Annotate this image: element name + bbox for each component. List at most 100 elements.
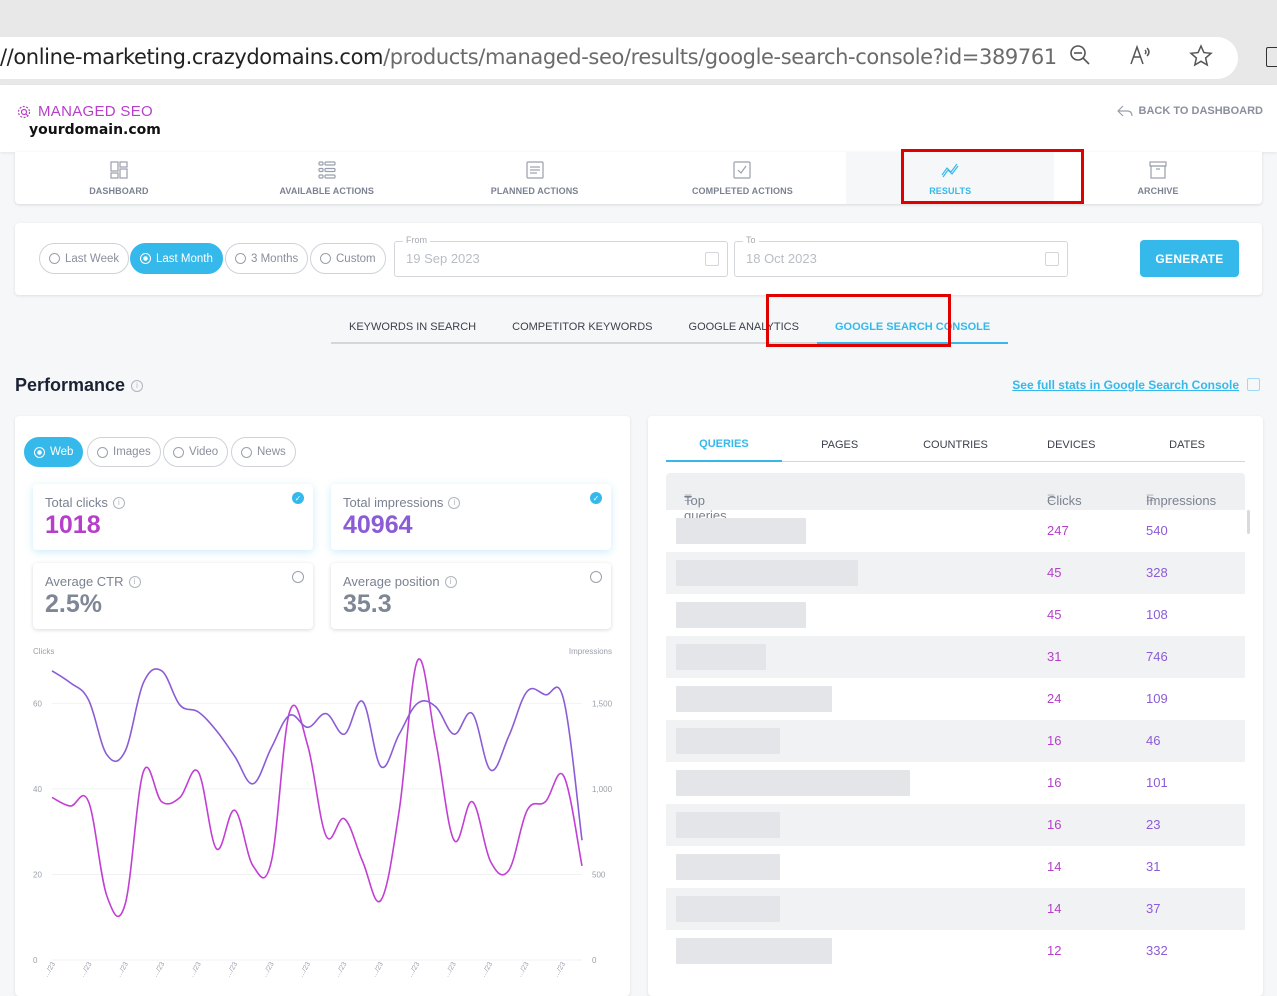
table-row[interactable]: 24 109 <box>666 678 1245 720</box>
metric-average-ctr[interactable]: Average CTR i 2.5% <box>33 563 313 629</box>
checked-icon[interactable]: ✓ <box>292 492 304 504</box>
from-date-field[interactable]: From 19 Sep 2023 <box>394 235 728 277</box>
unchecked-icon[interactable] <box>292 571 304 583</box>
sidebar-toggle-icon[interactable] <box>1266 47 1277 67</box>
archive-icon <box>1149 161 1167 179</box>
metric-average-position[interactable]: Average position i 35.3 <box>331 563 611 629</box>
tab-devices[interactable]: DEVICES <box>1013 428 1129 461</box>
radio-icon <box>241 446 252 458</box>
external-link-icon[interactable] <box>1247 378 1260 391</box>
range-custom[interactable]: Custom <box>310 243 386 274</box>
generate-button[interactable]: GENERATE <box>1140 240 1239 277</box>
clicks-cell: 247 <box>1047 523 1069 538</box>
impressions-cell: 101 <box>1146 775 1168 790</box>
x-tick-label: …/23 <box>188 961 202 979</box>
right-tick-label: 1,000 <box>592 785 613 794</box>
checkbox-icon <box>733 161 751 179</box>
clicks-cell: 16 <box>1047 817 1062 832</box>
x-tick-label: …/23 <box>407 961 421 979</box>
x-tick-label: …/23 <box>261 961 275 979</box>
left-axis-label: Clicks <box>33 647 54 656</box>
full-stats-link[interactable]: See full stats in Google Search Console <box>1012 378 1239 392</box>
range-last-week[interactable]: Last Week <box>39 243 130 274</box>
metric-total-clicks[interactable]: Total clicks i 1018 ✓ <box>33 484 313 550</box>
tab-queries[interactable]: QUERIES <box>666 428 782 462</box>
query-text-blurred <box>676 854 780 880</box>
nav-dashboard[interactable]: DASHBOARD <box>15 152 223 204</box>
x-tick-label: …/23 <box>298 961 312 979</box>
table-scrollbar[interactable] <box>1247 510 1250 534</box>
metric-total-impressions[interactable]: Total impressions i 40964 ✓ <box>331 484 611 550</box>
calendar-icon[interactable] <box>705 252 719 266</box>
back-to-dashboard-link[interactable]: BACK TO DASHBOARD <box>1116 105 1263 117</box>
tab-dates[interactable]: DATES <box>1129 428 1245 461</box>
x-tick-label: …/23 <box>553 961 567 979</box>
info-icon[interactable]: i <box>448 496 461 509</box>
clicks-cell: 45 <box>1047 565 1062 580</box>
info-icon[interactable]: i <box>128 575 141 588</box>
read-aloud-icon[interactable] <box>1128 44 1154 70</box>
impressions-cell: 108 <box>1146 607 1168 622</box>
nav-planned-actions[interactable]: PLANNED ACTIONS <box>431 152 639 204</box>
clicks-cell: 16 <box>1047 733 1062 748</box>
table-row[interactable]: 12 332 <box>666 930 1245 972</box>
table-row[interactable]: 45 108 <box>666 594 1245 636</box>
total-clicks-value: 1018 <box>45 511 101 539</box>
table-row[interactable]: 45 328 <box>666 552 1245 594</box>
radio-icon <box>173 446 184 458</box>
table-row[interactable]: 14 31 <box>666 846 1245 888</box>
range-last-month[interactable]: Last Month <box>130 243 223 274</box>
favorite-star-icon[interactable] <box>1188 44 1214 70</box>
dashboard-icon <box>110 161 128 179</box>
x-tick-label: …/23 <box>516 961 530 979</box>
info-icon[interactable]: i <box>112 496 125 509</box>
type-web[interactable]: Web <box>24 437 84 467</box>
calendar-icon[interactable] <box>1045 252 1059 266</box>
info-icon[interactable]: i <box>444 575 457 588</box>
tab-countries[interactable]: COUNTRIES <box>898 428 1014 461</box>
checked-icon[interactable]: ✓ <box>590 492 602 504</box>
table-row[interactable]: 16 46 <box>666 720 1245 762</box>
query-text-blurred <box>676 686 832 712</box>
from-label: From <box>403 235 430 245</box>
right-tick-label: 500 <box>592 870 606 879</box>
table-row[interactable]: 31 746 <box>666 636 1245 678</box>
query-text-blurred <box>676 728 780 754</box>
table-row[interactable]: 247 540 <box>666 510 1245 552</box>
average-ctr-value: 2.5% <box>45 590 102 618</box>
tab-competitor-keywords[interactable]: COMPETITOR KEYWORDS <box>494 311 670 342</box>
table-header: ☰ Top queries ☰ Clicks ☰ Impressions <box>666 473 1245 523</box>
type-video[interactable]: Video <box>163 437 229 467</box>
table-row[interactable]: 14 37 <box>666 888 1245 930</box>
query-text-blurred <box>676 770 910 796</box>
type-news[interactable]: News <box>231 437 296 467</box>
nav-completed-actions[interactable]: COMPLETED ACTIONS <box>638 152 846 204</box>
query-text-blurred <box>676 938 832 964</box>
unchecked-icon[interactable] <box>590 571 602 583</box>
url-text[interactable]: //online-marketing.crazydomains.com/prod… <box>0 45 1057 69</box>
nav-archive[interactable]: ARCHIVE <box>1054 152 1262 204</box>
left-tick-label: 0 <box>33 956 38 965</box>
table-row[interactable]: 16 23 <box>666 804 1245 846</box>
zoom-out-icon[interactable] <box>1067 44 1093 70</box>
type-images[interactable]: Images <box>87 437 161 467</box>
clicks-cell: 24 <box>1047 691 1062 706</box>
radio-selected-icon <box>140 253 151 264</box>
app-header <box>0 85 1277 152</box>
radio-selected-icon <box>34 446 45 458</box>
x-tick-label: …/23 <box>443 961 457 979</box>
impressions-cell: 746 <box>1146 649 1168 664</box>
range-3-months[interactable]: 3 Months <box>225 243 309 274</box>
tab-keywords-in-search[interactable]: KEYWORDS IN SEARCH <box>331 311 494 342</box>
nav-available-actions[interactable]: AVAILABLE ACTIONS <box>223 152 431 204</box>
tab-pages[interactable]: PAGES <box>782 428 898 461</box>
to-date-field[interactable]: To 18 Oct 2023 <box>734 235 1068 277</box>
x-tick-label: …/23 <box>480 961 494 979</box>
info-icon[interactable]: i <box>131 379 144 392</box>
table-row[interactable]: 16 101 <box>666 762 1245 804</box>
domain-name: yourdomain.com <box>29 122 161 138</box>
query-text-blurred <box>676 560 858 586</box>
clicks-cell: 14 <box>1047 901 1062 916</box>
to-label: To <box>743 235 759 245</box>
clicks-series-line <box>51 658 583 918</box>
